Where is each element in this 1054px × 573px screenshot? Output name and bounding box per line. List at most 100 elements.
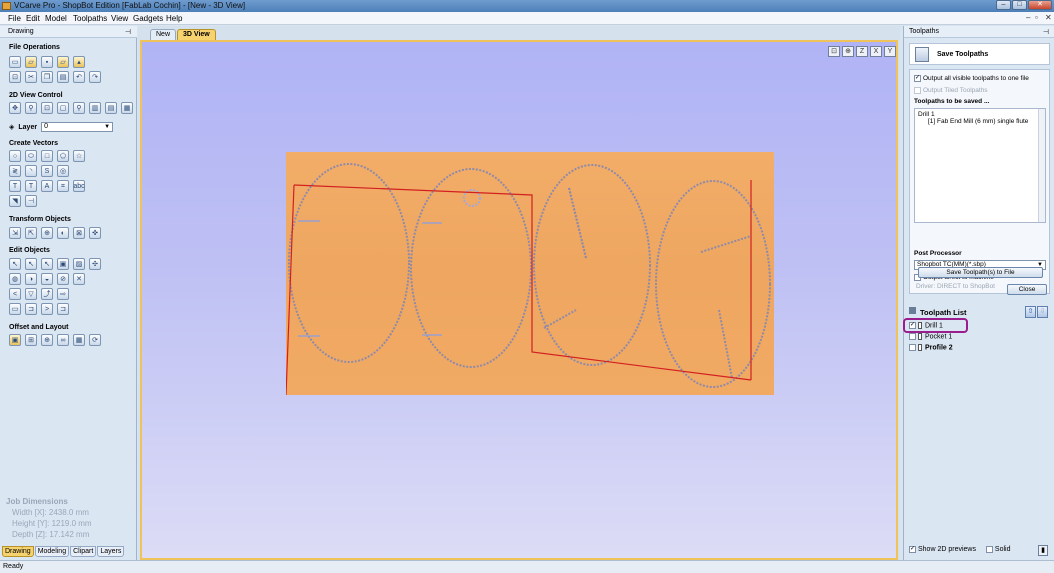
import-bitmap-icon[interactable]: ▴	[73, 56, 85, 68]
3d-view-icon[interactable]: ▦	[121, 102, 133, 114]
close-button[interactable]: Close	[1007, 284, 1047, 295]
bridge-icon[interactable]: ⊐	[57, 303, 69, 315]
nesting-icon[interactable]: ⊞	[25, 334, 37, 346]
tab-drawing[interactable]: Drawing	[2, 546, 34, 557]
cut-icon[interactable]: ✂	[25, 71, 37, 83]
smooth-icon[interactable]: ⤴	[41, 288, 53, 300]
array-copy-icon[interactable]: ⊕	[41, 334, 53, 346]
menu-gadgets[interactable]: Gadgets	[133, 14, 163, 23]
measure-icon[interactable]: abc	[73, 180, 85, 192]
star-icon[interactable]: ☆	[73, 150, 85, 162]
zoom-selection-icon[interactable]: ⚲	[73, 102, 85, 114]
fillet-edit-icon[interactable]: ▽	[25, 288, 37, 300]
save-toolpaths-button[interactable]: Save Toolpath(s) to File	[918, 267, 1043, 278]
minimize-button[interactable]: –	[996, 0, 1011, 10]
curve-icon[interactable]: S	[41, 165, 53, 177]
3d-viewport[interactable]: ⊡ ⊕ Z X Y	[140, 40, 898, 560]
menu-help[interactable]: Help	[166, 14, 182, 23]
close-window-button[interactable]: ✕	[1028, 0, 1052, 10]
mdi-close-button[interactable]: ✕	[1045, 13, 1052, 22]
menu-model[interactable]: Model	[45, 14, 67, 23]
offset-icon[interactable]: ▣	[9, 334, 21, 346]
split-view-icon[interactable]: ▥	[89, 102, 101, 114]
intersect-icon[interactable]: ◒	[41, 273, 53, 285]
checkbox-checked-icon[interactable]: ✓	[909, 546, 916, 553]
import-vectors-icon[interactable]: ▱	[57, 56, 69, 68]
mdi-restore-button[interactable]: ▫	[1035, 13, 1038, 22]
mirror-icon[interactable]: ◐	[57, 227, 69, 239]
checkbox-icon[interactable]	[909, 344, 916, 351]
pan-icon[interactable]: ✥	[9, 102, 21, 114]
output-all-option[interactable]: ✓ Output all visible toolpaths to one fil…	[914, 75, 1029, 82]
undo-icon[interactable]: ↶	[73, 71, 85, 83]
tab-new[interactable]: New	[150, 29, 177, 40]
move-up-icon[interactable]: ⇧	[1025, 306, 1036, 318]
solid-option[interactable]: Solid	[985, 546, 1011, 553]
iso-view-icon[interactable]: ⊕	[842, 46, 854, 57]
paste-icon[interactable]: ▤	[57, 71, 69, 83]
copy-icon[interactable]: ❐	[41, 71, 53, 83]
weld-icon[interactable]: ◍	[9, 273, 21, 285]
scale-icon[interactable]: ⇱	[25, 227, 37, 239]
dogbone-icon[interactable]: ⊣	[25, 195, 37, 207]
node-edit-icon[interactable]: ↖	[25, 258, 37, 270]
view-x-icon[interactable]: X	[870, 46, 882, 57]
text-on-curve-icon[interactable]: A	[41, 180, 53, 192]
menu-view[interactable]: View	[111, 14, 128, 23]
copy-along-icon[interactable]: ∞	[57, 334, 69, 346]
menu-file[interactable]: File	[8, 14, 21, 23]
open-file-icon[interactable]: ▱	[25, 56, 37, 68]
group-icon[interactable]: ▣	[57, 258, 69, 270]
ungroup-icon[interactable]: ▨	[73, 258, 85, 270]
subtract-icon[interactable]: ◑	[25, 273, 37, 285]
delete-icon[interactable]: ▮	[1038, 545, 1048, 556]
polyline-icon[interactable]: ≷	[9, 165, 21, 177]
arc-icon[interactable]: ◝	[25, 165, 37, 177]
text-icon[interactable]: T	[9, 180, 21, 192]
interactive-select-icon[interactable]: ↖	[41, 258, 53, 270]
close-vector-icon[interactable]: ▭	[9, 303, 21, 315]
break-icon[interactable]: ⊐	[25, 303, 37, 315]
toolpath-item-profile-2[interactable]: Profile 2	[909, 344, 953, 351]
circular-copy-icon[interactable]: ⟳	[89, 334, 101, 346]
checkbox-icon[interactable]	[909, 333, 916, 340]
tab-modeling[interactable]: Modeling	[34, 546, 70, 557]
offset-arrow-icon[interactable]: ⇨	[57, 288, 69, 300]
fillet-icon[interactable]: ◥	[9, 195, 21, 207]
view-z-icon[interactable]: Z	[856, 46, 868, 57]
circle-icon[interactable]: ○	[9, 150, 21, 162]
checkbox-icon[interactable]	[985, 546, 993, 553]
delete-icon[interactable]: ✕	[73, 273, 85, 285]
zoom-box-icon[interactable]: ▢	[57, 102, 69, 114]
toolpath-item-pocket-1[interactable]: Pocket 1	[909, 333, 952, 340]
show-2d-previews-option[interactable]: ✓ Show 2D previews	[909, 546, 976, 553]
grid-view-icon[interactable]: ▤	[105, 102, 117, 114]
polygon-icon[interactable]: ⬠	[57, 150, 69, 162]
menu-edit[interactable]: Edit	[26, 14, 40, 23]
save-file-icon[interactable]: ▪	[41, 56, 53, 68]
dimension-icon[interactable]: ⌗	[57, 180, 69, 192]
select-icon[interactable]: ↖	[9, 258, 21, 270]
job-setup-icon[interactable]: ⊡	[9, 71, 21, 83]
move-down-icon[interactable]: ⇩	[1037, 306, 1048, 318]
spiral-icon[interactable]: ◎	[57, 165, 69, 177]
align-icon[interactable]: ⊕	[41, 227, 53, 239]
toolpaths-to-save-list[interactable]: Drill 1 [1] Fab End Mill (6 mm) single f…	[914, 108, 1046, 223]
size-icon[interactable]: ⊠	[73, 227, 85, 239]
pin-icon[interactable]: ⊣	[125, 28, 131, 36]
pin-icon[interactable]: ⊣	[1043, 28, 1049, 36]
menu-toolpaths[interactable]: Toolpaths	[73, 14, 107, 23]
mdi-minimize-button[interactable]: –	[1026, 13, 1030, 22]
trim-icon[interactable]: ⊘	[57, 273, 69, 285]
redo-icon[interactable]: ↷	[89, 71, 101, 83]
new-file-icon[interactable]: ▭	[9, 56, 21, 68]
checkbox-checked-icon[interactable]: ✓	[914, 75, 921, 82]
trim-end-icon[interactable]: >	[41, 303, 53, 315]
layer-select[interactable]: 0 ▼	[41, 122, 114, 132]
join-icon[interactable]: ✣	[89, 258, 101, 270]
distort-icon[interactable]: ✜	[89, 227, 101, 239]
text-box-icon[interactable]: T	[25, 180, 37, 192]
ellipse-icon[interactable]: ⬭	[25, 150, 37, 162]
tab-3d-view[interactable]: 3D View	[177, 29, 216, 40]
tab-clipart[interactable]: Clipart	[70, 546, 97, 557]
